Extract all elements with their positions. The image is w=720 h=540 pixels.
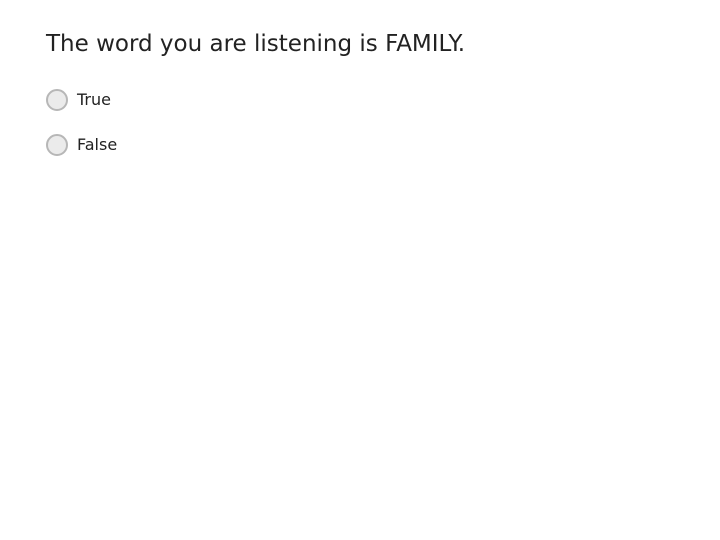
- question-text: The word you are listening is FAMILY.: [46, 31, 466, 57]
- option-label-true: True: [77, 90, 111, 109]
- option-true[interactable]: True: [46, 89, 111, 111]
- radio-button-true[interactable]: [46, 89, 68, 111]
- radio-button-false[interactable]: [46, 134, 68, 156]
- option-label-false: False: [77, 135, 118, 154]
- option-false[interactable]: False: [46, 134, 117, 156]
